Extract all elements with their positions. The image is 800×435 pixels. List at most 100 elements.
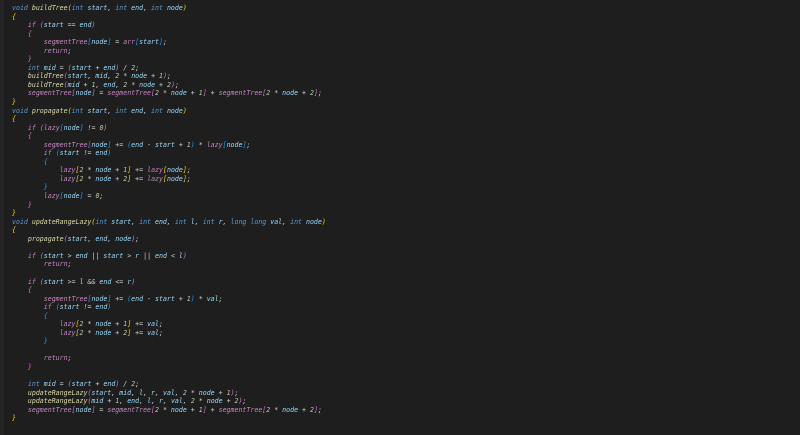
code-token: start [87,106,108,115]
code-line[interactable]: updateRangeLazy(mid + 1, end, l, r, val,… [12,397,326,406]
code-line[interactable] [12,269,326,278]
code-token: ; [317,405,322,414]
code-line[interactable]: segmentTree[node] += (end - start + 1) *… [12,141,326,150]
code-token: * [119,72,132,81]
code-line[interactable]: void propagate(int start, int end, int n… [12,107,326,116]
code-line[interactable]: int mid = (start + end) / 2; [12,64,326,73]
code-line[interactable]: } [12,183,326,192]
code-line[interactable]: if (start > end || start > r || end < l) [12,252,326,261]
code-line[interactable] [12,372,326,381]
code-token: , [143,106,152,115]
code-line[interactable]: lazy[2 * node + 2] += lazy[node]; [12,175,326,184]
code-token: start [139,38,159,47]
code-line[interactable]: lazy[node] = 0; [12,192,326,201]
code-line[interactable]: } [12,98,326,107]
code-line[interactable]: if (start != end) [12,149,326,158]
code-line[interactable]: { [12,13,326,22]
code-token: start [67,234,88,243]
code-line[interactable]: { [12,30,326,39]
code-token: ; [242,397,247,406]
code-line[interactable]: lazy[2 * node + 1] += val; [12,320,326,329]
code-line[interactable]: int mid = (start + end) / 2; [12,380,326,389]
code-line[interactable]: if (lazy[node] != 0) [12,124,326,133]
code-token: - [143,294,156,303]
code-token: ; [162,38,167,47]
code-token: ; [135,63,140,72]
code-token: buildTree [27,72,64,81]
code-token: + [111,328,124,337]
code-token: lazy [43,192,60,201]
code-token: node [170,89,187,98]
code-token: return [43,46,68,55]
code-token: end [95,149,108,158]
code-line[interactable]: segmentTree[node] = segmentTree[2 * node… [12,406,326,415]
code-token: } [27,362,32,371]
code-line[interactable]: segmentTree[node] = arr[start]; [12,38,326,47]
code-token: int [95,217,112,226]
code-token: , [139,397,148,406]
code-line[interactable]: } [12,414,326,423]
code-token: node [139,80,156,89]
code-token: start [43,251,64,260]
code-line[interactable]: segmentTree[node] = segmentTree[2 * node… [12,89,326,98]
code-token: ; [166,72,171,81]
code-token: start [87,4,108,12]
code-line[interactable] [12,243,326,252]
code-line[interactable]: propagate(start, end, node); [12,235,326,244]
code-token: ; [99,192,104,201]
code-token: end [127,397,140,406]
code-area[interactable]: void buildTree(int start, int end, int n… [12,4,326,423]
code-line[interactable]: { [12,226,326,235]
code-line[interactable]: buildTree(mid + 1, end, 2 * node + 2); [12,81,326,90]
code-line[interactable] [12,346,326,355]
code-line[interactable]: segmentTree[node] += (end - start + 1) *… [12,295,326,304]
code-token: * [270,89,283,98]
code-line[interactable]: void buildTree(int start, int end, int n… [12,4,326,13]
code-line[interactable]: updateRangeLazy(start, mid, l, r, val, 2… [12,389,326,398]
code-line[interactable]: return; [12,354,326,363]
code-token: segmentTree [27,405,72,414]
code-token: node [226,140,243,149]
code-line[interactable]: return; [12,260,326,269]
code-line[interactable]: { [12,115,326,124]
code-line[interactable]: if (start != end) [12,303,326,312]
code-editor[interactable]: void buildTree(int start, int end, int n… [0,0,800,435]
code-line[interactable]: { [12,158,326,167]
code-token: end [95,303,108,312]
code-token: ) [182,106,187,115]
code-token: int [202,217,219,226]
code-line[interactable]: } [12,209,326,218]
code-line[interactable]: { [12,132,326,141]
code-token: val [147,328,160,337]
code-token: node [95,328,112,337]
code-token: += [131,328,148,337]
code-token: if [27,277,40,286]
code-line[interactable]: lazy[2 * node + 2] += val; [12,329,326,338]
code-line[interactable]: lazy[2 * node + 1] += lazy[node]; [12,166,326,175]
code-line[interactable]: if (start == end) [12,21,326,30]
code-line[interactable]: return; [12,47,326,56]
code-line[interactable]: { [12,312,326,321]
code-line[interactable]: if (start >= l && end <= r) [12,278,326,287]
code-token: * [83,320,96,329]
code-token: ; [159,328,163,337]
code-line[interactable]: { [12,286,326,295]
code-token: ) [103,123,108,132]
code-token: node [166,166,183,175]
code-line[interactable]: } [12,337,326,346]
code-line[interactable]: buildTree(start, mid, 2 * node + 1); [12,72,326,81]
code-line[interactable]: void updateRangeLazy(int start, int end,… [12,218,326,227]
code-line[interactable]: } [12,201,326,210]
code-token: int [71,4,88,12]
code-line[interactable]: } [12,55,326,64]
code-token: = [111,38,124,47]
code-token: end [154,217,167,226]
code-line[interactable]: } [12,363,326,372]
code-token: ) [182,251,187,260]
